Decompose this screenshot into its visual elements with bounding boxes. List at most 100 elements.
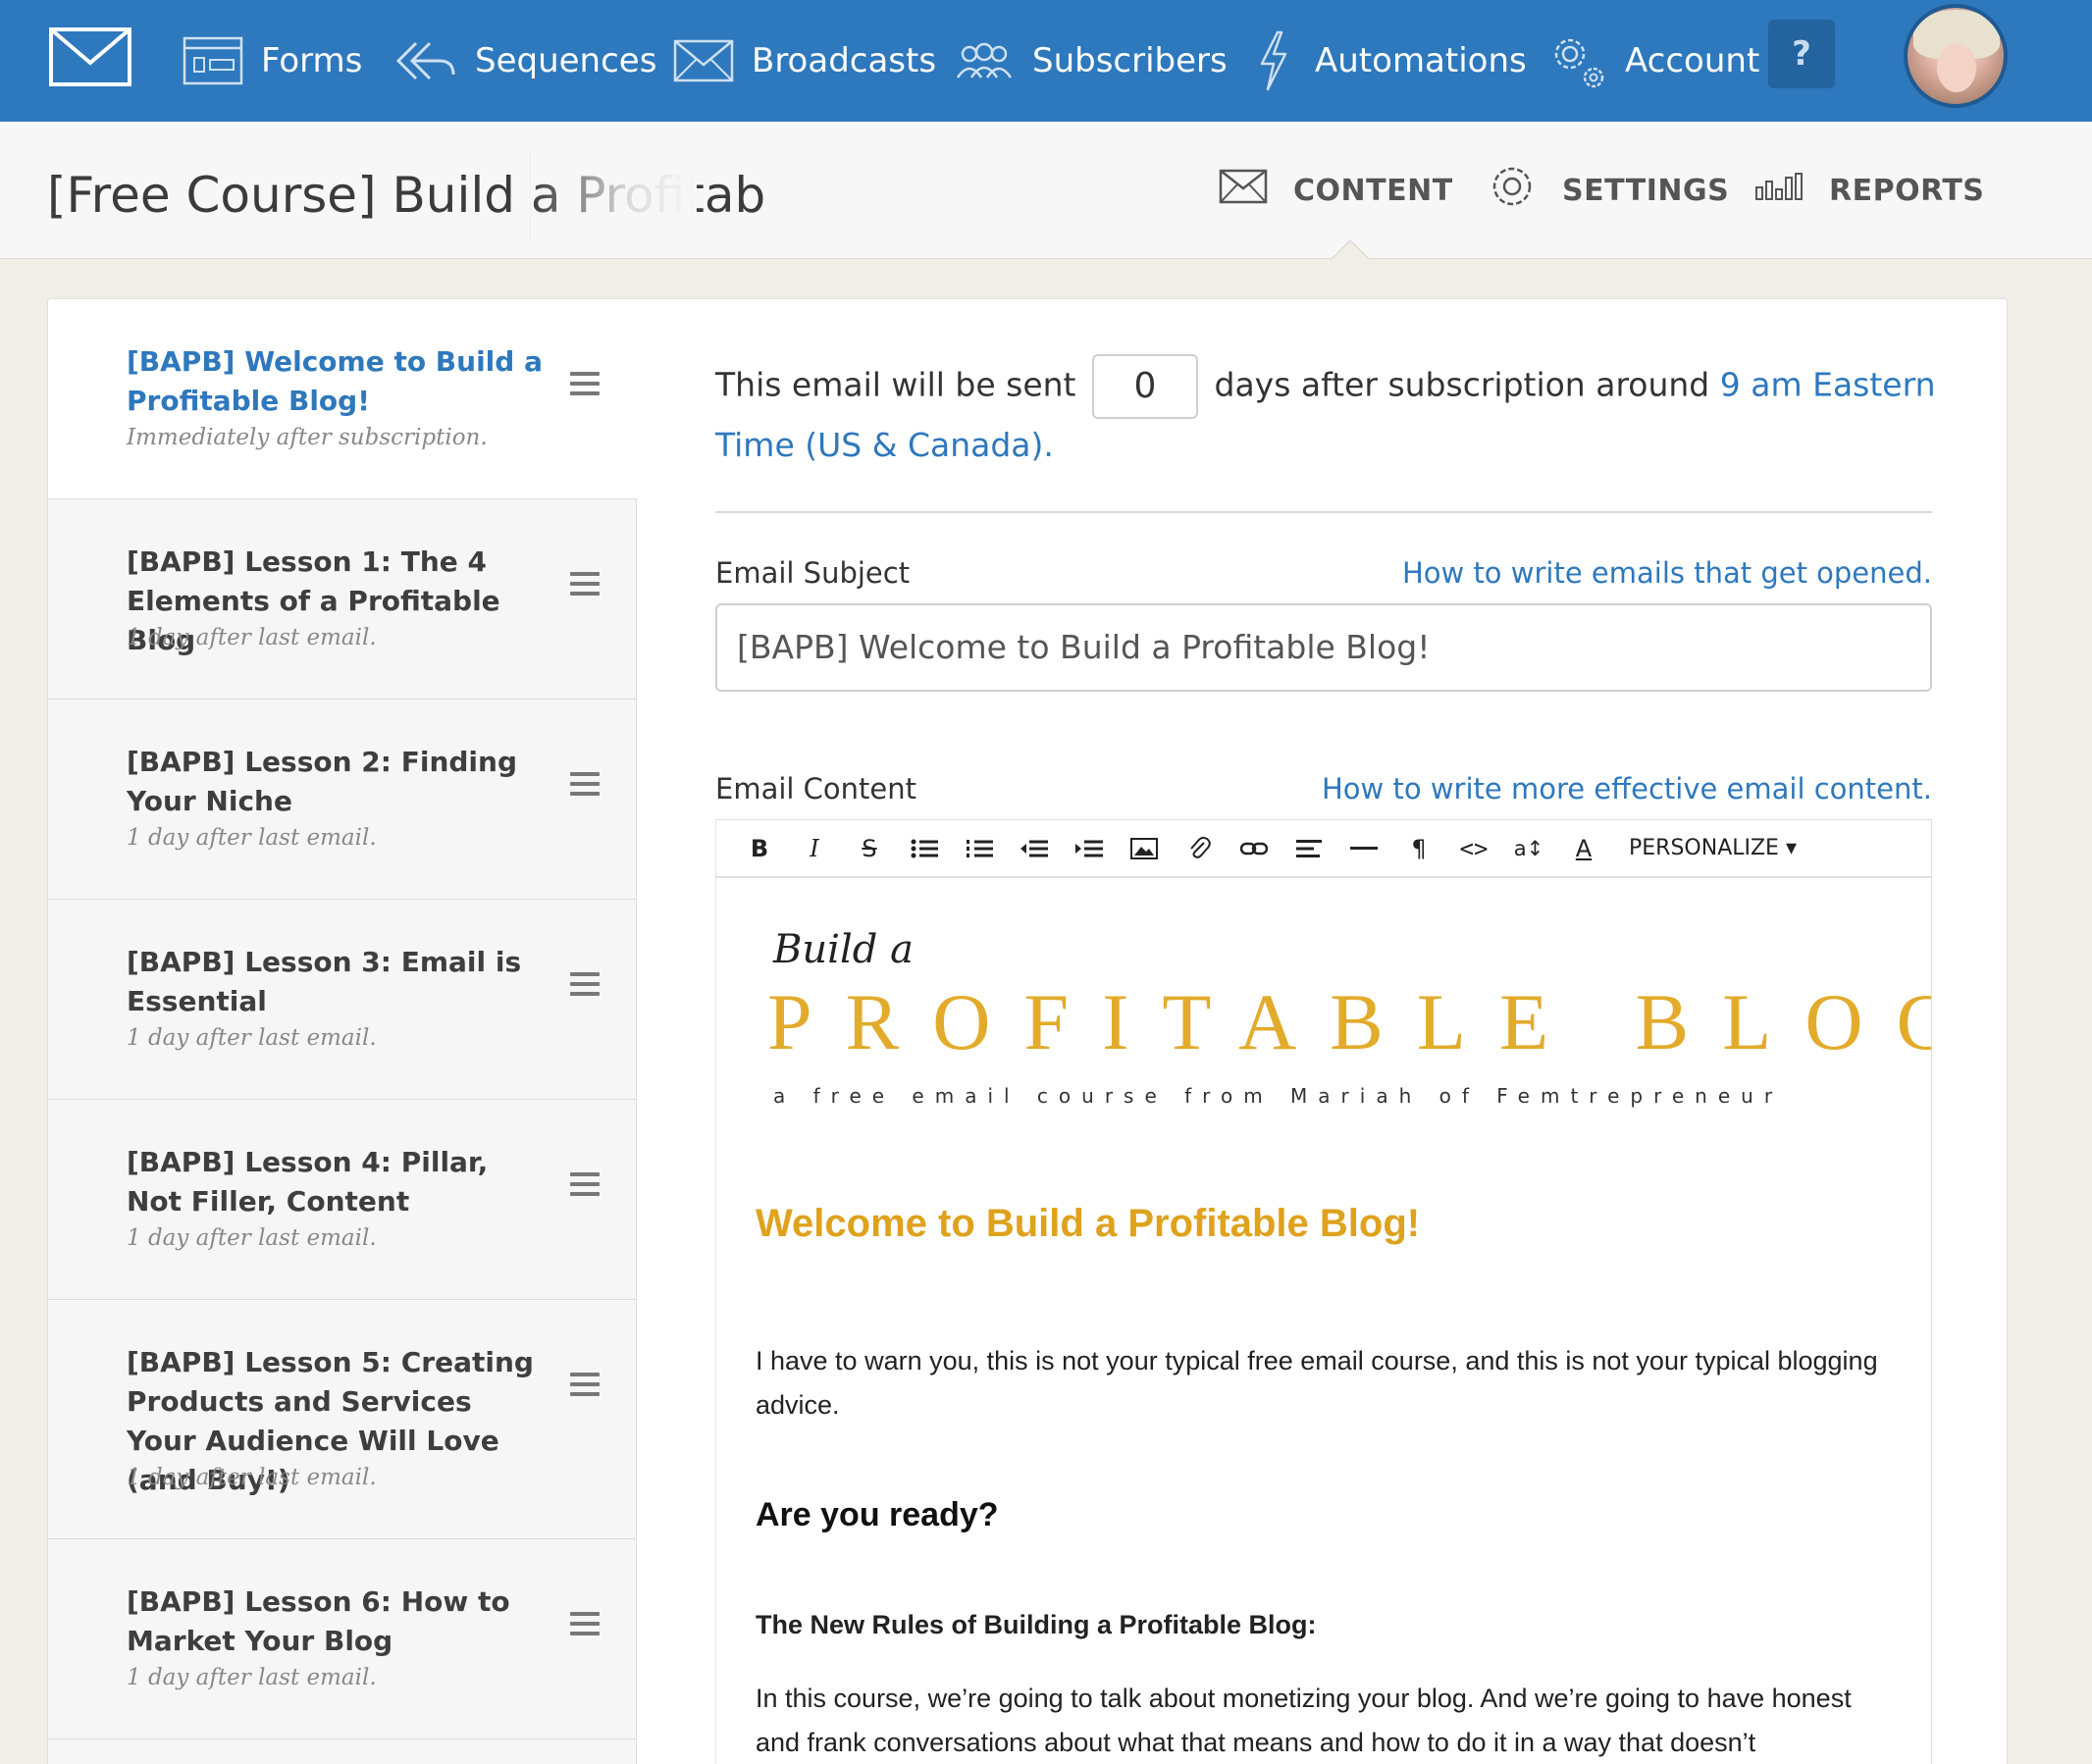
sequence-email-title: [BAPB] Lesson 4: Pillar, Not Filler, Con…	[127, 1146, 489, 1218]
days-delay-input[interactable]: 0	[1092, 354, 1198, 419]
sequence-email-delay: Immediately after subscription.	[127, 425, 488, 450]
drag-handle-icon[interactable]	[570, 772, 600, 796]
drag-handle-icon[interactable]	[570, 972, 600, 996]
nav-item-sequences[interactable]: Sequences	[394, 0, 656, 122]
sequence-email-title: [BAPB] Welcome to Build a Profitable Blo…	[127, 345, 543, 417]
tab-settings[interactable]: SETTINGS	[1488, 122, 1729, 259]
outdent-icon[interactable]	[1007, 824, 1062, 873]
tab-settings-label: SETTINGS	[1562, 173, 1730, 208]
sequence-email-item[interactable]: [BAPB] Lesson 6: How to Market Your Blog…	[48, 1539, 637, 1739]
indent-icon[interactable]	[1062, 824, 1117, 873]
email-content-label: Email Content	[715, 772, 917, 805]
italic-icon[interactable]: I	[787, 824, 842, 873]
account-gear-icon	[1546, 30, 1607, 91]
align-left-icon[interactable]	[1281, 824, 1336, 873]
email-subject-input[interactable]: [BAPB] Welcome to Build a Profitable Blo…	[715, 603, 1932, 692]
attachment-icon[interactable]	[1172, 824, 1227, 873]
link-icon[interactable]	[1227, 824, 1281, 873]
email-intro-paragraph: I have to warn you, this is not your typ…	[756, 1346, 1878, 1420]
subject-help-link[interactable]: How to write emails that get opened.	[1402, 556, 1932, 590]
user-avatar[interactable]	[1904, 4, 2008, 108]
sequence-email-delay: 1 day after last email.	[127, 625, 377, 650]
sequences-icon	[394, 39, 457, 82]
bold-icon[interactable]: B	[732, 824, 787, 873]
sequence-email-delay: 1 day after last email.	[127, 1225, 377, 1251]
sequence-email-delay: 1 day after last email.	[127, 1025, 377, 1051]
envelope-icon	[1219, 169, 1268, 212]
convertkit-mail-logo-icon[interactable]	[49, 27, 131, 86]
sequence-email-delay: 1 day after last email.	[127, 825, 377, 851]
banner-subtitle: a free email course from Mariah of Femtr…	[773, 1084, 1784, 1108]
automations-icon	[1256, 30, 1291, 91]
sequence-email-item[interactable]: [BAPB] Lesson 4: Pillar, Not Filler, Con…	[48, 1100, 637, 1300]
image-icon[interactable]	[1117, 824, 1172, 873]
paragraph-icon[interactable]: ¶	[1391, 824, 1446, 873]
email-subject-label: Email Subject	[715, 556, 911, 590]
nav-label-sequences: Sequences	[475, 41, 657, 80]
code-icon[interactable]: <>	[1446, 824, 1501, 873]
sequence-email-delay: 1 day after last email.	[127, 1665, 377, 1690]
sequence-email-item[interactable]: [BAPB] Welcome to Build a Profitable Blo…	[48, 299, 637, 499]
personalize-label: PERSONALIZE	[1629, 836, 1779, 860]
drag-handle-icon[interactable]	[570, 1172, 600, 1196]
bar-chart-icon	[1754, 172, 1804, 209]
rich-text-toolbar: B I S ¶ <> a↕ A PERSONALIZE ▾	[715, 819, 1932, 876]
font-size-icon[interactable]: a↕	[1501, 824, 1556, 873]
subscribers-icon	[954, 40, 1015, 81]
sequence-email-list: [BAPB] Welcome to Build a Profitable Blo…	[48, 299, 637, 1764]
drag-handle-icon[interactable]	[570, 1373, 600, 1396]
tab-content-label: CONTENT	[1293, 173, 1453, 208]
sequence-email-title: [BAPB] Lesson 2: Finding Your Niche	[127, 746, 518, 817]
numbered-list-icon[interactable]	[952, 824, 1007, 873]
sequence-email-item[interactable]: [BAPB] Lesson 5: Creating Products and S…	[48, 1300, 637, 1539]
send-middle-text: days after subscription around	[1214, 365, 1710, 404]
email-editor-pane: This email will be sent 0 days after sub…	[637, 299, 2007, 1764]
email-content-body[interactable]: Build a PROFITABLE BLOG a free email cou…	[715, 876, 1932, 1764]
forms-icon	[183, 36, 243, 85]
horizontal-rule-icon[interactable]	[1336, 824, 1391, 873]
email-body-paragraph: In this course, we’re going to talk abou…	[756, 1684, 1852, 1757]
tab-reports[interactable]: REPORTS	[1754, 122, 1984, 259]
drag-handle-icon[interactable]	[570, 1612, 600, 1635]
nav-label-broadcasts: Broadcasts	[752, 41, 937, 80]
nav-item-account[interactable]: Account	[1546, 0, 1759, 122]
broadcasts-icon	[673, 39, 734, 82]
email-rules-heading: The New Rules of Building a Profitable B…	[756, 1610, 1317, 1639]
active-tab-caret-icon	[1331, 238, 1370, 260]
nav-item-broadcasts[interactable]: Broadcasts	[673, 0, 936, 122]
help-button[interactable]: ?	[1768, 20, 1835, 88]
banner-title: PROFITABLE BLOG	[767, 977, 1932, 1066]
send-timing-sentence: This email will be sent 0 days after sub…	[715, 354, 1942, 472]
sequence-editor-card: [BAPB] Welcome to Build a Profitable Blo…	[47, 298, 2008, 1764]
strikethrough-icon[interactable]: S	[842, 824, 897, 873]
nav-label-forms: Forms	[261, 41, 363, 80]
content-help-link[interactable]: How to write more effective email conten…	[1322, 772, 1932, 805]
sequence-email-delay: 1 day after last email.	[127, 1465, 377, 1490]
send-prefix-text: This email will be sent	[715, 365, 1076, 404]
tab-reports-label: REPORTS	[1829, 173, 1985, 208]
gear-icon	[1488, 162, 1537, 219]
banner-script-text: Build a	[773, 927, 914, 972]
title-truncation-fade	[530, 151, 697, 239]
nav-item-forms[interactable]: Forms	[183, 0, 362, 122]
sequence-email-title: [BAPB] Lesson 6: How to Market Your Blog	[127, 1585, 510, 1657]
drag-handle-icon[interactable]	[570, 572, 600, 596]
sequence-header: [Free Course] Build a Profitab CONTENT S…	[0, 122, 2092, 259]
nav-item-subscribers[interactable]: Subscribers	[954, 0, 1228, 122]
nav-item-automations[interactable]: Automations	[1256, 0, 1527, 122]
bullet-list-icon[interactable]	[897, 824, 952, 873]
top-navigation-bar: Forms Sequences Broadcasts Subscribers A…	[0, 0, 2092, 122]
text-color-icon[interactable]: A	[1556, 824, 1611, 873]
nav-label-account: Account	[1625, 41, 1760, 80]
sequence-email-item[interactable]: [BAPB] Lesson 3: Email is Essential 1 da…	[48, 900, 637, 1100]
nav-label-automations: Automations	[1315, 41, 1527, 80]
sequence-email-item[interactable]: [BAPB] Lesson 2: Finding Your Niche 1 da…	[48, 700, 637, 900]
caret-down-icon: ▾	[1785, 836, 1798, 860]
nav-label-subscribers: Subscribers	[1032, 41, 1228, 80]
drag-handle-icon[interactable]	[570, 372, 600, 395]
sequence-email-item[interactable]: [BAPB] Lesson 1: The 4 Elements of a Pro…	[48, 499, 637, 700]
section-divider	[715, 511, 1932, 513]
email-heading: Welcome to Build a Profitable Blog!	[756, 1202, 1421, 1245]
personalize-dropdown[interactable]: PERSONALIZE ▾	[1629, 836, 1797, 860]
avatar-face-shape	[1937, 43, 1976, 92]
